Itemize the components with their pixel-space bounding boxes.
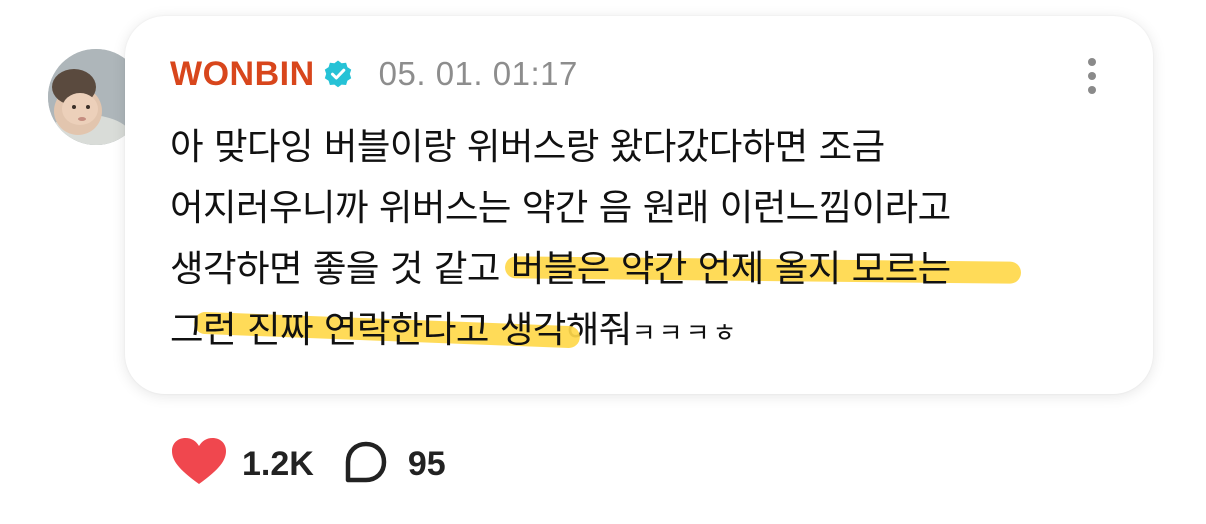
reactions-bar: 1.2K 95 [172,438,446,490]
comment-bubble-icon[interactable] [342,438,390,490]
post-line-1: 아 맞다잉 버블이랑 위버스랑 왔다갔다하면 조금 [170,125,885,168]
post-line-3-text: 생각하면 좋을 것 같고 [170,247,511,290]
comment-count: 95 [407,444,446,483]
more-options-icon[interactable] [1085,56,1099,96]
post-line-3: 생각하면 좋을 것 같고 버블은 약간 언제 올지 모르는 [170,238,1130,299]
post-timestamp: 05. 01. 01:17 [378,55,578,92]
post-line-2: 어지러우니까 위버스는 약간 음 원래 이런느낌이라고 [170,186,951,229]
highlight-2: 그런 진짜 연락한다고 생각 [170,299,581,360]
highlight-text: 그런 진짜 연락한다고 생각 [170,308,566,351]
post-body: 아 맞다잉 버블이랑 위버스랑 왔다갔다하면 조금 어지러우니까 위버스는 약간… [170,116,1130,365]
post-line-4: 그런 진짜 연락한다고 생각 해줘ㅋㅋㅋㅎ [170,299,1130,365]
heart-icon[interactable] [172,438,226,490]
post-card: WONBIN 05. 01. 01:17 아 맞다잉 버블이랑 위버스랑 왔다갔… [125,16,1153,394]
verified-badge-icon [323,59,353,89]
like-count: 1.2K [242,444,314,483]
highlight-text: 버블은 약간 언제 올지 모르는 [510,247,951,290]
author-name[interactable]: WONBIN [170,55,315,94]
post-line-4-suffix: ㅋㅋㅋㅎ [631,319,740,349]
highlight-1: 버블은 약간 언제 올지 모르는 [504,238,1021,299]
post-header: WONBIN 05. 01. 01:17 [170,52,578,96]
